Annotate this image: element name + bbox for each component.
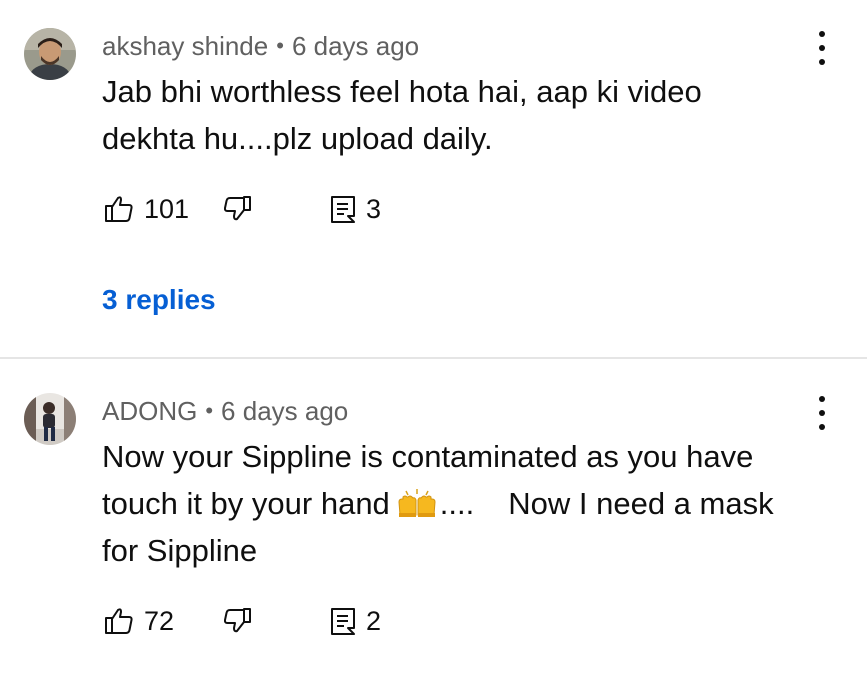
reply-count: 2 <box>366 606 382 636</box>
reply-button[interactable]: 3 <box>330 193 381 225</box>
comment-text-segment: touch it by your hand <box>102 486 390 521</box>
raising-hands-emoji-icon <box>398 489 436 517</box>
dislike-button[interactable] <box>222 193 252 225</box>
author-name[interactable]: akshay shinde <box>102 31 268 61</box>
view-replies-link[interactable]: 3 replies <box>102 284 216 316</box>
comment-2: ADONG • 6 days ago Now your Sippline is co… <box>0 360 867 675</box>
comment-text-segment: Now I need a mask <box>508 486 774 521</box>
like-count: 72 <box>144 606 175 636</box>
comment-reply-icon <box>331 196 355 223</box>
comment-divider <box>0 357 867 359</box>
thumb-down-icon <box>223 196 251 221</box>
comment-text-line: touch it by your hand .... Now I need a m… <box>102 480 822 527</box>
comment-meta: ADONG • 6 days ago <box>102 396 348 427</box>
more-options-icon[interactable] <box>817 396 827 430</box>
thumb-up-icon <box>105 196 133 222</box>
reply-count: 3 <box>366 194 382 224</box>
meta-separator: • <box>205 398 214 423</box>
reply-button[interactable]: 2 <box>330 605 381 637</box>
thumb-up-icon <box>105 608 133 634</box>
comment-text-line: Jab bhi worthless feel hota hai, aap ki … <box>102 74 702 109</box>
comment-time[interactable]: 6 days ago <box>221 396 348 426</box>
avatar[interactable] <box>24 28 76 80</box>
avatar[interactable] <box>24 393 76 445</box>
comment-text-line: for Sippline <box>102 533 258 568</box>
comment-time[interactable]: 6 days ago <box>292 31 419 61</box>
author-name[interactable]: ADONG <box>102 396 197 426</box>
comment-text-line: dekhta hu....plz upload daily. <box>102 121 493 156</box>
meta-separator: • <box>276 33 284 58</box>
like-count: 101 <box>144 194 190 224</box>
comment-text-segment: .... <box>439 486 475 521</box>
comment-text: Now your Sippline is contaminated as you… <box>102 433 822 574</box>
comment-1: akshay shinde • 6 days ago Jab bhi worthle… <box>0 0 867 358</box>
dislike-button[interactable] <box>222 605 252 637</box>
comment-reply-icon <box>331 608 355 635</box>
thumb-down-icon <box>223 608 251 633</box>
more-options-icon[interactable] <box>817 31 827 65</box>
comment-text: Jab bhi worthless feel hota hai, aap ki … <box>102 68 822 162</box>
like-button[interactable]: 101 <box>104 193 189 225</box>
comment-text-line: Now your Sippline is contaminated as you… <box>102 439 754 474</box>
comment-meta: akshay shinde • 6 days ago <box>102 31 419 62</box>
like-button[interactable]: 72 <box>104 605 174 637</box>
